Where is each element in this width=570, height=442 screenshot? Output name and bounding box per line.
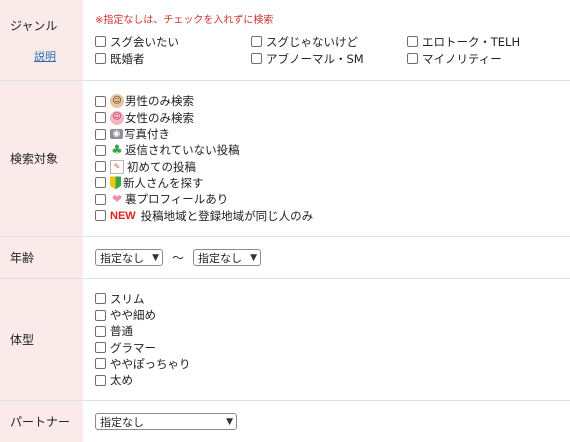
target-option-label: 新人さんを探す [123,175,204,191]
genre-label: ジャンル [10,17,83,34]
target-option-unreplied[interactable]: ♣返信されていない投稿 [95,142,570,158]
age-from-value: 指定なし [100,250,144,266]
age-from-select[interactable]: 指定なし ▼ [95,249,163,266]
partner-row: パートナー 指定なし ▼ [0,401,570,442]
genre-option[interactable]: 既婚者 [95,51,251,67]
genre-explain-link[interactable]: 説明 [34,48,83,64]
search-target-options: ☺男性のみ検索 ☺女性のみ検索 ◉写真付き ♣返信されていない投稿 ✎初めての投… [83,81,570,237]
camera-icon: ◉ [110,129,123,139]
genre-option[interactable]: アブノーマル・SM [251,51,407,67]
body-type-options: スリム やや細め 普通 グラマー ややぽっちゃり 太め [83,279,570,401]
checkbox[interactable] [95,210,106,221]
target-option-female[interactable]: ☺女性のみ検索 [95,110,570,126]
target-option-male[interactable]: ☺男性のみ検索 [95,93,570,109]
checkbox[interactable] [251,53,262,64]
target-option-label: 写真付き [124,126,170,142]
body-type-row: 体型 スリム やや細め 普通 グラマー ややぽっちゃり 太め [0,279,570,401]
checkbox[interactable] [95,96,106,107]
genre-label-cell: ジャンル 説明 [0,0,83,81]
new-badge: NEW [110,210,136,222]
age-to-value: 指定なし [198,250,242,266]
target-option-newcomer[interactable]: 新人さんを探す [95,175,570,191]
checkbox[interactable] [95,112,106,123]
genre-option-label: マイノリティー [422,51,502,67]
chevron-down-icon: ▼ [226,417,233,427]
target-option-secret-profile[interactable]: ❤裏プロフィールあり [95,191,570,207]
clover-icon: ♣ [110,143,124,157]
search-target-label: 検索対象 [0,81,83,237]
partner-select[interactable]: 指定なし ▼ [95,413,237,430]
checkbox[interactable] [95,310,106,321]
target-option-first-post[interactable]: ✎初めての投稿 [95,159,570,175]
checkbox[interactable] [95,53,106,64]
partner-label: パートナー [0,401,83,442]
chevron-down-icon: ▼ [152,253,159,263]
checkbox[interactable] [95,36,106,47]
body-option-label: やや細め [110,307,156,323]
checkbox[interactable] [95,342,106,353]
body-option[interactable]: スリム [95,291,570,307]
body-type-label: 体型 [0,279,83,401]
chevron-down-icon: ▼ [250,253,257,263]
genre-option-label: スグ会いたい [110,34,179,50]
target-option-label: 初めての投稿 [127,159,196,175]
age-to-select[interactable]: 指定なし ▼ [193,249,261,266]
body-option-label: スリム [110,291,145,307]
checkbox[interactable] [95,129,106,140]
checkbox[interactable] [251,36,262,47]
target-option-label: 女性のみ検索 [125,110,194,126]
genre-option[interactable]: マイノリティー [407,51,557,67]
man-face-icon: ☺ [110,94,124,108]
body-option[interactable]: 普通 [95,323,570,339]
genre-option[interactable]: エロトーク・TELH [407,34,557,50]
partner-select-cell: 指定なし ▼ [83,401,570,442]
body-option-label: グラマー [110,340,156,356]
age-separator: 〜 [172,251,184,265]
genre-options: スグ会いたい スグじゃないけど エロトーク・TELH 既婚者 アブノーマル・SM… [95,34,570,67]
search-target-row: 検索対象 ☺男性のみ検索 ☺女性のみ検索 ◉写真付き ♣返信されていない投稿 ✎… [0,81,570,237]
genre-option-label: エロトーク・TELH [422,34,520,50]
checkbox[interactable] [95,326,106,337]
target-option-label: 男性のみ検索 [125,93,194,109]
body-option-label: 普通 [110,323,133,339]
body-option[interactable]: 太め [95,372,570,388]
body-option[interactable]: ややぽっちゃり [95,356,570,372]
genre-option-label: スグじゃないけど [266,34,358,50]
checkbox[interactable] [95,194,106,205]
partner-value: 指定なし [100,414,144,430]
checkbox[interactable] [95,293,106,304]
checkbox[interactable] [407,36,418,47]
checkbox[interactable] [95,145,106,156]
genre-option[interactable]: スグじゃないけど [251,34,407,50]
target-option-label: 返信されていない投稿 [125,142,240,158]
body-option[interactable]: グラマー [95,340,570,356]
body-option[interactable]: やや細め [95,307,570,323]
genre-options-cell: ※指定なしは、チェックを入れずに検索 スグ会いたい スグじゃないけど エロトーク… [83,0,570,81]
genre-option-label: 既婚者 [110,51,145,67]
first-post-icon: ✎ [110,160,124,174]
beginner-mark-icon [110,176,121,189]
body-option-label: 太め [110,372,133,388]
checkbox[interactable] [95,375,106,386]
genre-note: ※指定なしは、チェックを入れずに検索 [95,14,570,28]
target-option-same-region[interactable]: NEW 投稿地域と登録地域が同じ人のみ [95,207,570,223]
checkbox[interactable] [95,177,106,188]
checkbox[interactable] [95,161,106,172]
search-form-table: ジャンル 説明 ※指定なしは、チェックを入れずに検索 スグ会いたい スグじゃない… [0,0,570,442]
checkbox[interactable] [407,53,418,64]
woman-face-icon: ☺ [110,111,124,125]
age-selects: 指定なし▼〜指定なし▼ [83,237,570,279]
body-option-label: ややぽっちゃり [110,356,191,372]
age-row: 年齢 指定なし▼〜指定なし▼ [0,237,570,279]
target-option-label: 投稿地域と登録地域が同じ人のみ [141,208,314,224]
genre-option[interactable]: スグ会いたい [95,34,251,50]
genre-option-label: アブノーマル・SM [266,51,364,67]
checkbox[interactable] [95,358,106,369]
genre-row: ジャンル 説明 ※指定なしは、チェックを入れずに検索 スグ会いたい スグじゃない… [0,0,570,81]
target-option-photo[interactable]: ◉写真付き [95,126,570,142]
age-label: 年齢 [0,237,83,279]
heart-icon: ❤ [110,192,124,206]
target-option-label: 裏プロフィールあり [125,191,228,207]
